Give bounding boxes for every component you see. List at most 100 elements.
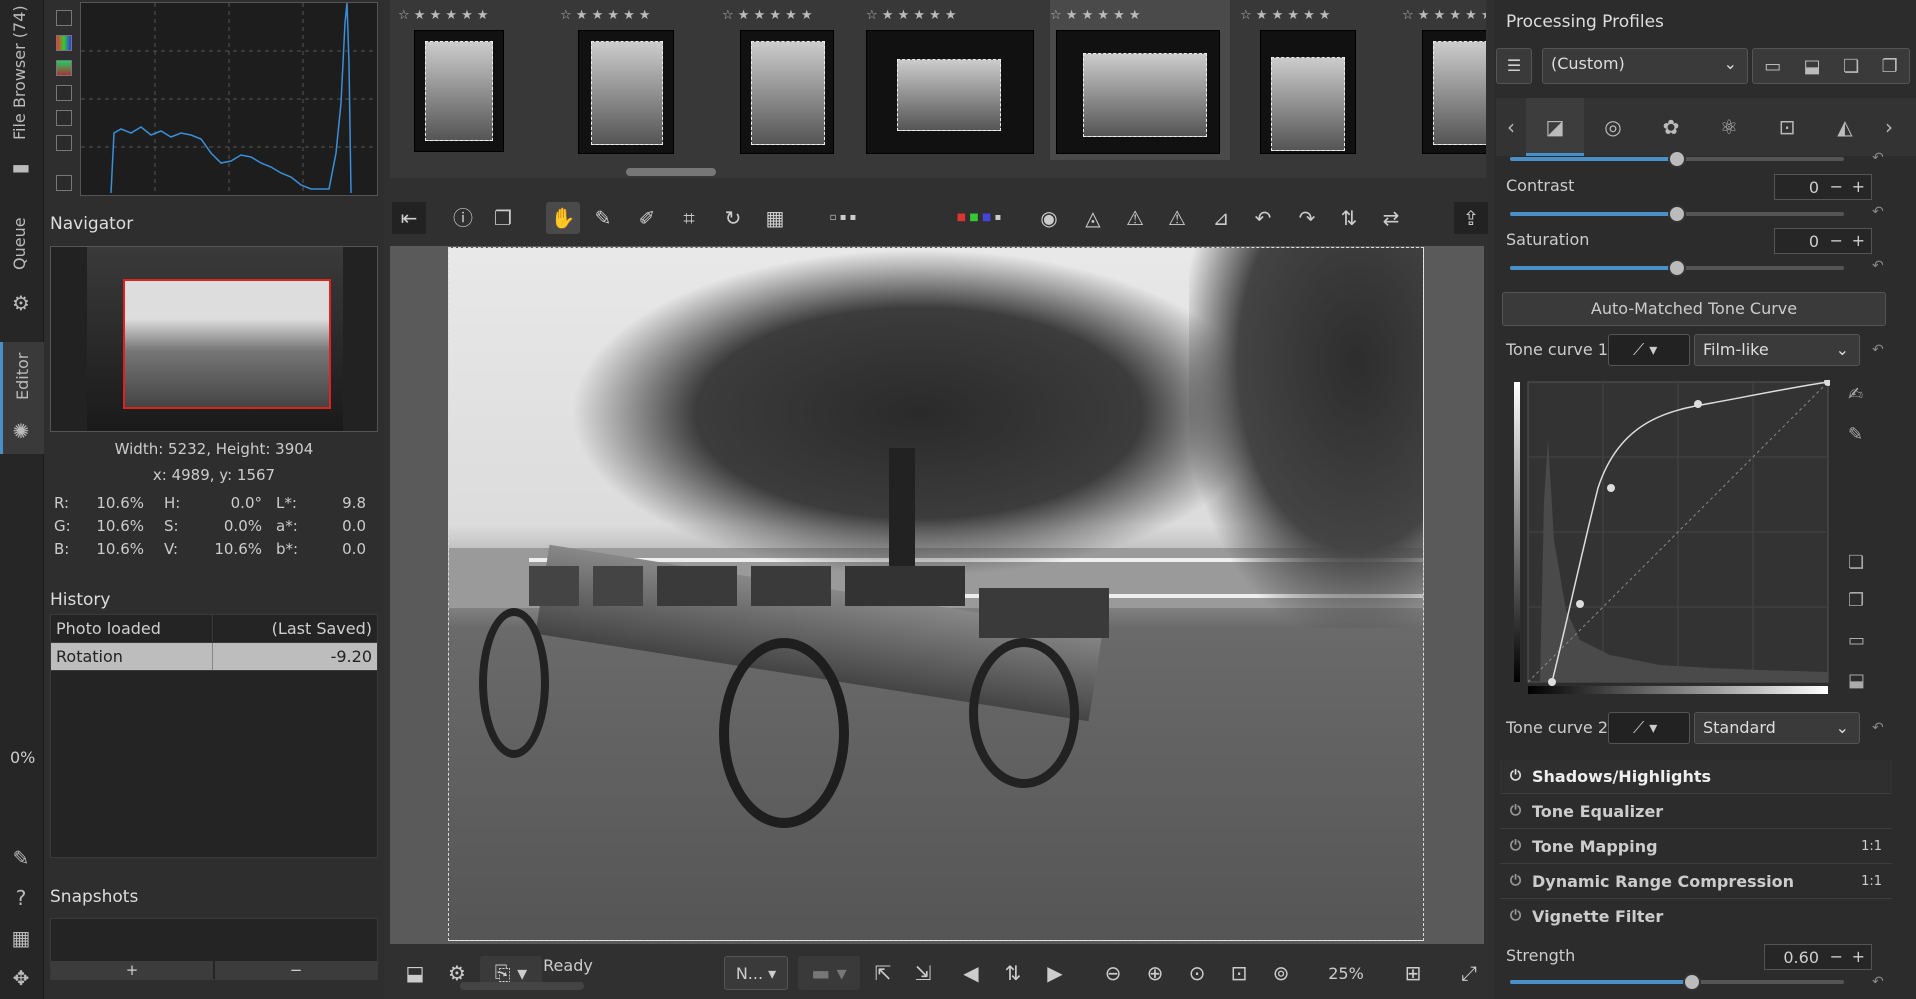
flip-horizontal-icon[interactable]: ⇄	[1374, 202, 1408, 234]
tab-raw[interactable]: ◭	[1816, 115, 1874, 139]
tab-transform[interactable]: ⊡	[1758, 115, 1816, 139]
slider-above[interactable]	[1510, 150, 1844, 168]
remove-snapshot-button[interactable]: −	[215, 961, 377, 979]
thumbnail[interactable]: ☆ ★ ★ ★ ★ ★	[398, 0, 548, 160]
image-preview[interactable]	[390, 246, 1484, 944]
filmstrip-scrollbar[interactable]	[626, 168, 716, 176]
section-tone-equalizer[interactable]: ⏻ Tone Equalizer	[1500, 795, 1892, 829]
section-tone-mapping[interactable]: ⏻ Tone Mapping 1:1	[1500, 830, 1892, 864]
next-image-icon[interactable]: ▶	[1038, 956, 1072, 990]
curve-type-button-2[interactable]: ⟋ ▾	[1608, 712, 1690, 744]
zoom-100-icon[interactable]: ⊙	[1180, 956, 1214, 990]
tab-file-browser[interactable]: File Browser (74)	[0, 0, 44, 150]
zoom-out-icon[interactable]: ⊖	[1096, 956, 1130, 990]
contrast-slider[interactable]	[1510, 205, 1844, 223]
saturation-slider[interactable]	[1510, 259, 1844, 277]
clip-highlights-icon[interactable]: ⚠	[1160, 202, 1194, 234]
raw-icon[interactable]	[56, 110, 72, 126]
chevron-right-icon[interactable]: ›	[1874, 115, 1904, 139]
zoom-fit-icon[interactable]: ⊡	[1222, 956, 1256, 990]
pick-point-icon[interactable]: ✎	[1848, 424, 1863, 445]
thumbnail[interactable]: ☆ ★ ★ ★ ★ ★	[722, 0, 872, 160]
fullscreen-icon[interactable]: ⤢	[1452, 956, 1486, 990]
save-icon[interactable]: ⬓	[398, 956, 432, 990]
grid-icon[interactable]	[56, 135, 72, 151]
edit-point-icon[interactable]: ✍	[1848, 384, 1863, 405]
move-icon[interactable]: ✥	[8, 965, 34, 991]
reset-icon[interactable]: ↶	[1872, 342, 1884, 358]
focus-mask-icon[interactable]: ◉	[1032, 202, 1066, 234]
chevron-left-icon[interactable]: ‹	[1496, 115, 1526, 139]
power-icon[interactable]: ⏻	[1510, 768, 1521, 784]
thumbnail-selected[interactable]: ☆ ★ ★ ★ ★ ★	[1050, 0, 1230, 160]
strength-slider[interactable]	[1510, 973, 1844, 991]
chroma-icon[interactable]	[56, 85, 72, 101]
zoom-in-icon[interactable]: ⊕	[1138, 956, 1172, 990]
navigator-preview[interactable]	[50, 246, 378, 432]
tone-curve-1-mode[interactable]: Film-like ⌄	[1694, 334, 1860, 366]
profile-combo[interactable]: (Custom) ⌄	[1542, 48, 1748, 84]
hand-tool-icon[interactable]: ✋	[546, 202, 580, 234]
section-shadows-highlights[interactable]: ⏻ Shadows/Highlights	[1500, 760, 1892, 794]
strength-spinner[interactable]: 0.60− +	[1764, 944, 1872, 970]
previous-image-icon[interactable]: ◀	[954, 956, 988, 990]
reset-icon[interactable]: ↶	[1872, 150, 1884, 166]
contrast-spinner[interactable]: 0− +	[1774, 174, 1872, 200]
perspective-icon[interactable]: ▦	[758, 202, 792, 234]
navigator-view-rect[interactable]	[123, 279, 331, 409]
color-label-combo[interactable]: N... ▾	[724, 956, 788, 990]
profile-actions[interactable]: ▭ ⬓ ❏ ❐	[1752, 48, 1910, 84]
tone-curve-2-mode[interactable]: Standard ⌄	[1694, 712, 1860, 744]
history-row[interactable]: Photo loaded (Last Saved)	[51, 615, 377, 643]
white-balance-picker-icon[interactable]: ✎	[586, 202, 620, 234]
paste-curve-icon[interactable]: ❐	[1848, 590, 1864, 611]
info-icon[interactable]: ▦	[8, 925, 34, 951]
help-icon[interactable]: ?	[8, 885, 34, 911]
histogram-mode-icon[interactable]	[56, 10, 72, 26]
tab-color[interactable]: ✿	[1642, 115, 1700, 139]
thumbnail[interactable]: ☆ ★ ★ ★ ★ ★	[560, 0, 710, 160]
sync-left-icon[interactable]: ⇱	[866, 956, 900, 990]
auto-matched-curve-button[interactable]: Auto-Matched Tone Curve	[1502, 292, 1886, 326]
save-curve-icon[interactable]: ⬓	[1848, 670, 1865, 691]
channel-icons[interactable]: ■ ■ ■ ▪	[934, 202, 1024, 234]
copy-profile-icon[interactable]: ❏	[1843, 56, 1859, 77]
folder-icon[interactable]: ▬	[8, 154, 34, 180]
straighten-icon[interactable]: ↻	[716, 202, 750, 234]
gears-icon[interactable]: ⚙	[8, 290, 34, 316]
sync-filmstrip-icon[interactable]: ⇅	[996, 956, 1030, 990]
reset-icon[interactable]: ↶	[1872, 974, 1884, 990]
color-picker-icon[interactable]: ✐	[630, 202, 664, 234]
tone-curve-editor[interactable]	[1510, 378, 1832, 698]
section-vignette[interactable]: ⏻ Vignette Filter	[1500, 900, 1892, 934]
curve-type-button[interactable]: ⟋ ▾	[1608, 334, 1690, 366]
thumbnail[interactable]: ☆ ★ ★ ★ ★ ★	[866, 0, 1034, 160]
rotate-right-icon[interactable]: ↷	[1290, 202, 1324, 234]
rgb-icon[interactable]	[56, 35, 72, 51]
paste-profile-icon[interactable]: ❐	[1882, 56, 1898, 77]
reset-icon[interactable]: ↶	[1872, 258, 1884, 274]
rotate-left-icon[interactable]: ↶	[1246, 202, 1280, 234]
sync-right-icon[interactable]: ⇲	[906, 956, 940, 990]
zoom-fit-crop-icon[interactable]: ⊚	[1264, 956, 1298, 990]
save-profile-icon[interactable]: ⬓	[1804, 56, 1821, 77]
flag-button[interactable]: ▬ ▾	[798, 956, 860, 990]
reset-icon[interactable]: ↶	[1872, 204, 1884, 220]
thumbnail[interactable]: ☆ ★ ★ ★ ★ ★	[1240, 0, 1390, 160]
bar-icon[interactable]	[56, 175, 72, 191]
new-detail-window-icon[interactable]: ⊞	[1396, 956, 1430, 990]
tab-exposure[interactable]: ◪	[1526, 98, 1584, 156]
flip-vertical-icon[interactable]: ⇅	[1332, 202, 1366, 234]
new-icon[interactable]: ✎	[8, 845, 34, 871]
hide-panel-icon[interactable]: ⇤	[392, 202, 426, 234]
power-icon[interactable]: ⏻	[1510, 908, 1521, 924]
power-icon[interactable]: ⏻	[1510, 873, 1521, 889]
saturation-spinner[interactable]: 0− +	[1774, 228, 1872, 254]
clip-shadows-icon[interactable]: ⚠	[1118, 202, 1152, 234]
open-folder-icon[interactable]: ▭	[1764, 56, 1781, 77]
add-snapshot-button[interactable]: +	[51, 961, 213, 979]
tab-advanced[interactable]: ⚛	[1700, 115, 1758, 139]
reset-icon[interactable]: ↶	[1872, 720, 1884, 736]
info-icon[interactable]: ⓘ	[446, 202, 480, 234]
tab-queue[interactable]: Queue	[0, 210, 44, 280]
